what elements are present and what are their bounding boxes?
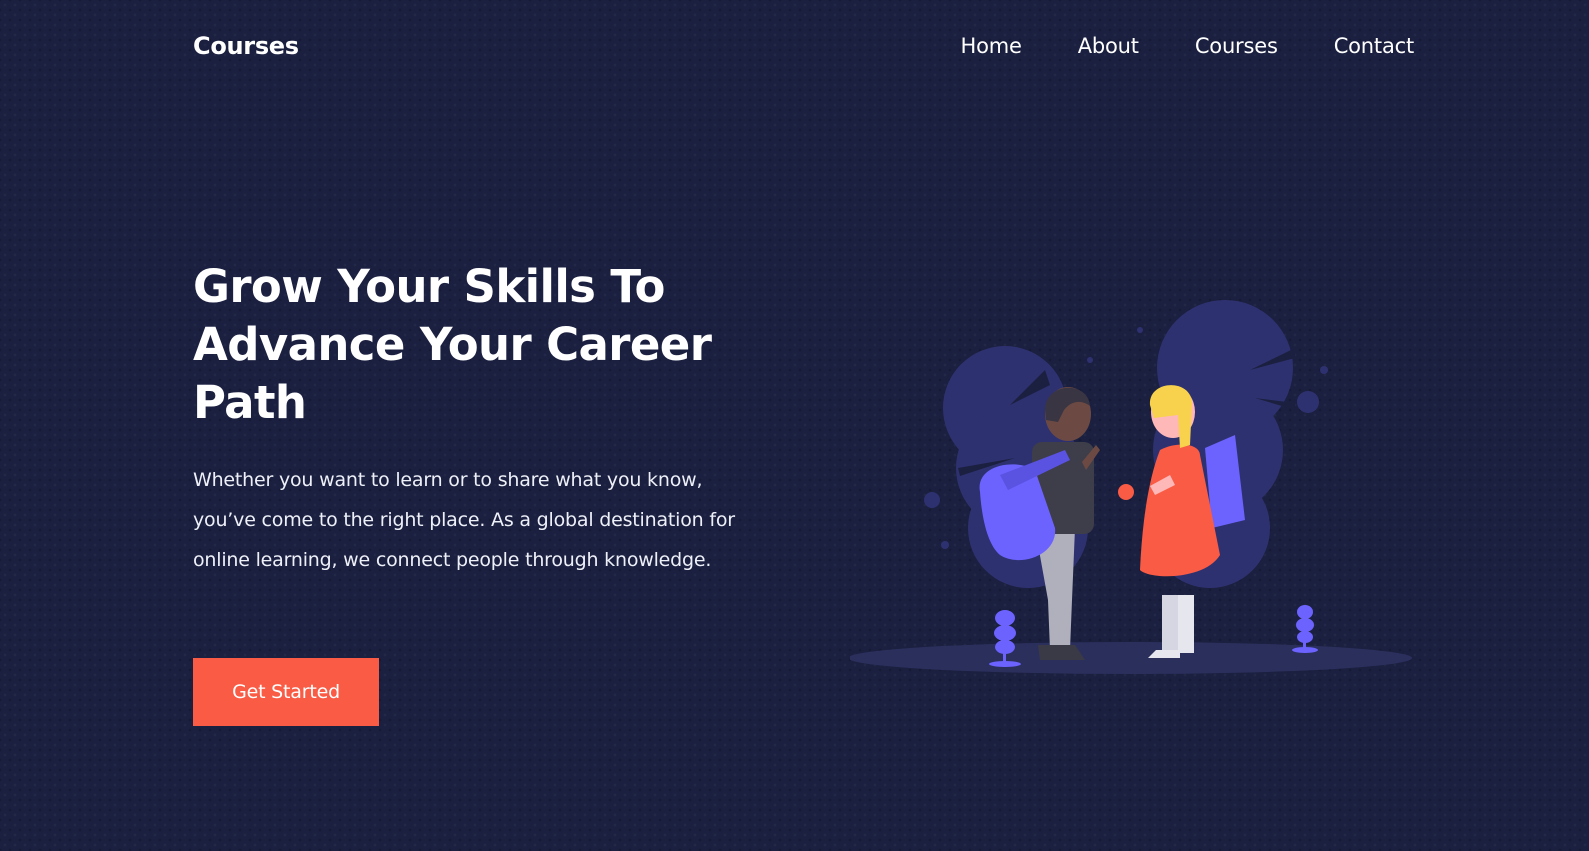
nav-link-home[interactable]: Home	[961, 34, 1022, 58]
nav-item-home: Home	[961, 30, 1022, 62]
nav-item-contact: Contact	[1334, 30, 1415, 62]
hero-section: Grow Your Skills To Advance Your Career …	[193, 258, 753, 580]
nav-link-about[interactable]: About	[1078, 34, 1139, 58]
students-illustration	[850, 300, 1412, 674]
nav-link-contact[interactable]: Contact	[1334, 34, 1415, 58]
navbar: Courses Home About Courses Contact	[0, 0, 1589, 92]
nav-item-courses: Courses	[1195, 30, 1278, 62]
logo-link[interactable]: Courses	[193, 30, 299, 62]
hero-description: Whether you want to learn or to share wh…	[193, 469, 735, 571]
nav-menu: Home About Courses Contact	[961, 30, 1415, 62]
get-started-button[interactable]: Get Started	[193, 658, 379, 726]
nav-item-about: About	[1078, 30, 1139, 62]
hero-title: Grow Your Skills To Advance Your Career …	[193, 260, 712, 429]
ground-shadow	[850, 642, 1412, 674]
nav-link-courses[interactable]: Courses	[1195, 34, 1278, 58]
